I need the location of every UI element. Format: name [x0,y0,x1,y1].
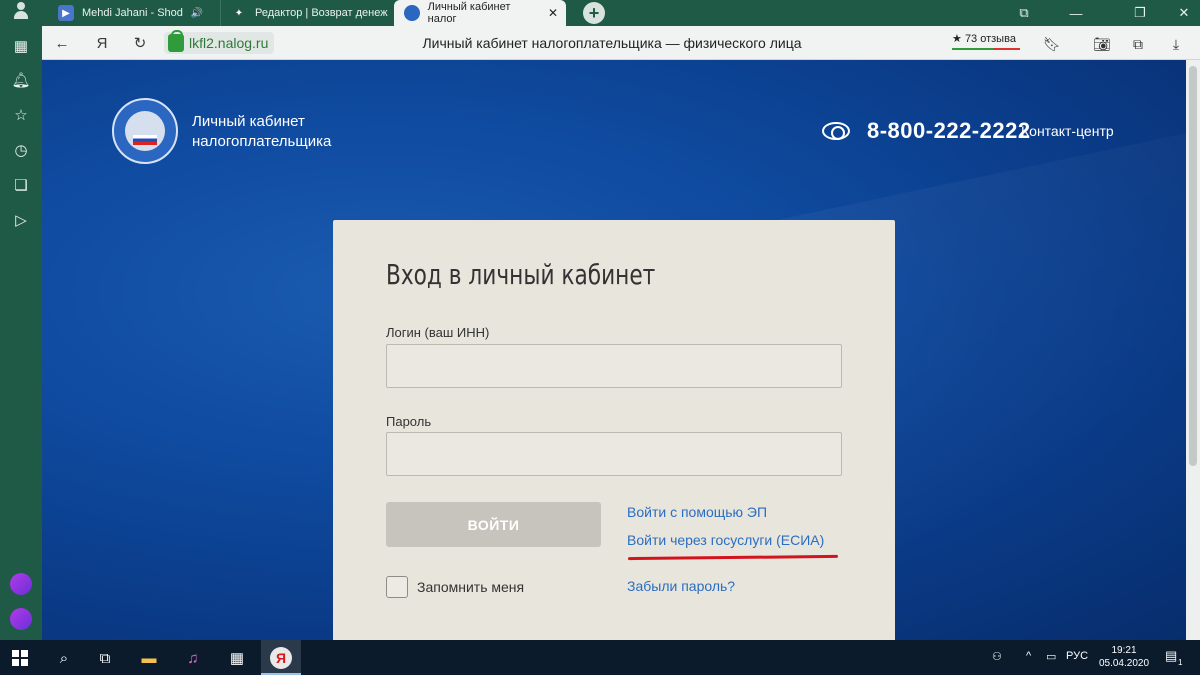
extensions-icon[interactable]: ⧉ [1128,34,1148,54]
forgot-password-link[interactable]: Забыли пароль? [627,578,735,594]
windows-start-icon[interactable] [12,650,28,666]
windows-taskbar: ⌕ ⧉ ▬ ♫ ▦ Я ⚇ ^ ▭ РУС 19:21 05.04.2020 ▤… [0,640,1200,675]
hotline-phone[interactable]: 8-800-222-2222 [867,118,1031,144]
login-card: Вход в личный кабинет Логин (ваш ИНН) Па… [333,220,895,640]
language-indicator[interactable]: РУС [1066,650,1088,662]
notifications-count: 1 [1178,658,1183,667]
reload-icon[interactable]: ↻ [130,33,150,53]
clock-date: 05.04.2020 [1098,658,1150,669]
url-text: lkfl2.nalog.ru [189,35,269,51]
star-icon: ★ [952,33,962,45]
new-tab-button[interactable]: + [583,2,605,24]
back-arrow-icon[interactable]: ← [52,33,72,53]
search-icon[interactable]: ⌕ [53,647,75,669]
user-avatar-icon[interactable] [12,0,30,22]
password-input[interactable] [386,432,842,476]
alice-app-icon[interactable] [10,573,32,595]
site-title-line1: Личный кабинет [192,113,305,130]
fns-emblem-logo[interactable] [112,98,178,164]
close-tab-icon[interactable]: ✕ [548,6,558,20]
nalog-favicon-icon [404,5,420,21]
star-icon[interactable]: ☆ [11,105,31,125]
emblem-icon [125,111,165,151]
video-play-icon: ▶ [58,5,74,21]
calculator-icon[interactable]: ▦ [226,647,248,669]
page-content: Личный кабинет налогоплательщика 8-800-2… [42,60,1186,640]
site-title[interactable]: Личный кабинет налогоплательщика [192,112,331,152]
remember-me-label[interactable]: Запомнить меня [417,579,524,595]
file-explorer-icon[interactable]: ▬ [138,647,160,669]
login-title: Вход в личный кабинет [386,258,656,291]
people-icon[interactable]: ⚇ [992,650,1002,663]
login-inn-input[interactable] [386,344,842,388]
yandex-logo-icon[interactable]: Я [92,33,112,53]
url-field[interactable]: lkfl2.nalog.ru [164,30,275,54]
tab-editor[interactable]: ✦ Редактор | Возврат денеж [220,0,392,26]
password-label: Пароль [386,414,432,429]
ep-login-link[interactable]: Войти с помощью ЭП [627,504,767,520]
red-highlight-underline [627,554,839,561]
lock-icon [168,30,184,52]
tab-label: Mehdi Jahani - Shod [82,7,183,19]
page-scrollbar[interactable] [1186,60,1200,640]
page-title: Личный кабинет налогоплательщика — физич… [422,35,802,51]
login-label: Логин (ваш ИНН) [386,325,490,340]
tab-mehdi-jahani[interactable]: ▶ Mehdi Jahani - Shod 🔊 [48,0,220,26]
login-button[interactable]: ВОЙТИ [386,502,601,547]
task-view-icon[interactable]: ⧉ [94,647,116,669]
alice-assistant-icon[interactable] [10,608,32,630]
notifications-icon[interactable]: ▤ [1165,648,1177,664]
itunes-icon[interactable]: ♫ [182,647,204,669]
collections-icon[interactable]: ❏ [11,175,31,195]
remember-me-checkbox[interactable] [386,576,408,598]
media-play-icon[interactable]: ▷ [11,210,31,230]
system-clock[interactable]: 19:21 05.04.2020 [1098,644,1150,670]
apps-grid-icon[interactable]: ▦ [11,36,31,56]
camera-icon[interactable]: 📷︎ [1092,34,1112,54]
tabs-overview-icon[interactable]: ⧉ [1008,0,1040,26]
browser-tab-bar: ▶ Mehdi Jahani - Shod 🔊 ✦ Редактор | Воз… [0,0,1200,26]
star-sparkle-icon: ✦ [234,7,244,19]
rating-bar [952,48,1020,50]
browser-sidebar: ▦ 🔔︎ ☆ ◷ ❏ ▷ [0,26,42,640]
screen: ▶ Mehdi Jahani - Shod 🔊 ✦ Редактор | Воз… [0,0,1200,675]
restore-icon[interactable]: ❐ [1124,0,1156,26]
close-window-icon[interactable]: ✕ [1168,0,1200,26]
clock-time: 19:21 [1111,645,1137,656]
tab-label: Личный кабинет налог [427,1,511,25]
site-title-line2: налогоплательщика [192,133,332,150]
address-bar: ← Я ↻ lkfl2.nalog.ru Личный кабинет нало… [42,26,1200,60]
esia-login-link[interactable]: Войти через госуслуги (ЕСИА) [627,532,824,548]
tab-label: Редактор | Возврат денеж [255,7,388,19]
tab-nalog-active[interactable]: Личный кабинет налог ✕ [394,0,566,26]
history-clock-icon[interactable]: ◷ [11,140,31,160]
yandex-browser-icon[interactable]: Я [270,647,292,669]
contact-center-link[interactable]: Контакт-центр [1021,123,1114,139]
bookmark-icon[interactable]: 🔖︎ [1042,34,1062,54]
scrollbar-thumb[interactable] [1189,66,1197,466]
bell-icon[interactable]: 🔔︎ [11,70,31,90]
tray-chevron-up-icon[interactable]: ^ [1026,650,1031,662]
accessibility-eye-icon[interactable] [822,122,850,140]
power-battery-icon[interactable]: ▭ [1046,650,1056,663]
reviews-count: 73 отзыва [964,33,1016,45]
downloads-icon[interactable]: ⤓ [1166,34,1186,54]
sound-icon[interactable]: 🔊 [191,8,203,19]
minimize-icon[interactable]: — [1060,0,1092,26]
reviews-badge[interactable]: ★ 73 отзыва [952,32,1020,50]
